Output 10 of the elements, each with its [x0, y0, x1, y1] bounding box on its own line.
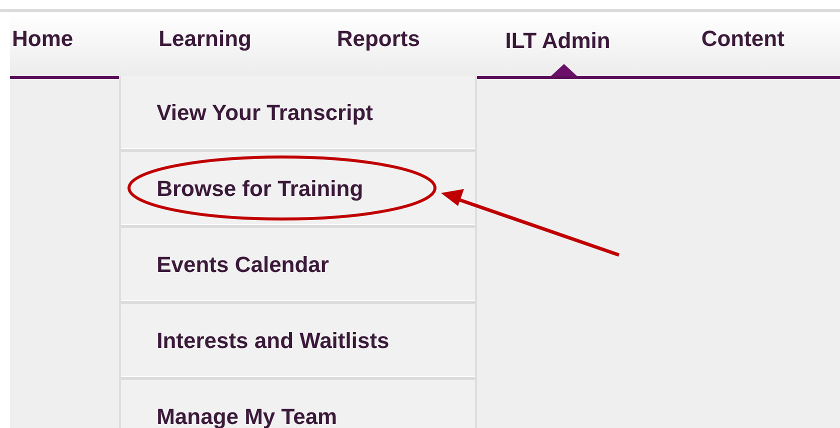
nav-tab[interactable]: Learning: [158, 12, 252, 52]
menu-item[interactable]: Events Calendar: [120, 228, 329, 301]
nav-tab[interactable]: Reports: [336, 12, 420, 52]
menu-item[interactable]: Browse for Training: [120, 152, 364, 225]
nav-tab[interactable]: Content: [701, 12, 784, 52]
menu-item[interactable]: Interests and Waitlists: [120, 304, 390, 377]
nav-tab[interactable]: ILT Admin: [505, 12, 610, 54]
nav-tab[interactable]: Home: [12, 12, 74, 52]
menu-item[interactable]: View Your Transcript: [120, 76, 373, 149]
menu-item[interactable]: Manage My Team: [120, 380, 338, 428]
